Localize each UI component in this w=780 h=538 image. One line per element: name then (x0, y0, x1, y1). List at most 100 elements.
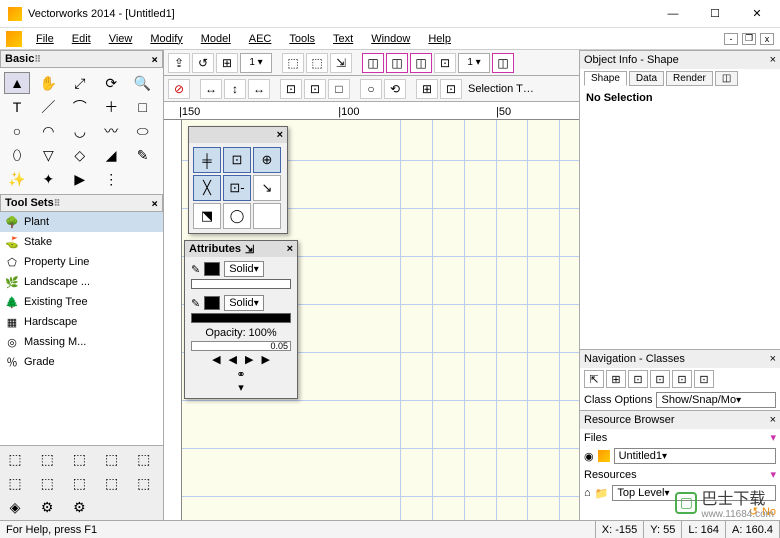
toolsets-close-icon[interactable]: × (151, 197, 158, 210)
polygon-tool[interactable]: ◇ (67, 144, 93, 166)
nav-btn-1[interactable]: ⇱ (584, 370, 604, 388)
fill-pen-icon[interactable]: ✎ (191, 263, 200, 276)
object-info-header[interactable]: Object Info - Shape × (580, 51, 780, 69)
text-tool[interactable]: T (4, 96, 30, 118)
mode-btn-3[interactable]: ↕ (224, 79, 246, 99)
view-btn-8[interactable]: ◫ (362, 53, 384, 73)
arc-tool[interactable]: ⌒ (67, 96, 93, 118)
tab-data[interactable]: Data (629, 71, 664, 86)
rectangle-tool[interactable]: □ (130, 96, 156, 118)
menu-aec[interactable]: AEC (241, 31, 280, 47)
mode-btn-10[interactable]: ⊞ (416, 79, 438, 99)
maximize-button[interactable]: ☐ (700, 4, 730, 24)
panel-grip-icon[interactable]: ⠿ (54, 198, 62, 209)
pencil-tool[interactable]: ✎ (130, 144, 156, 166)
snap-tangent-btn[interactable]: ◯ (223, 203, 251, 229)
ts-btn-8[interactable]: ⬚ (66, 472, 92, 494)
view-btn-6[interactable]: ⬚ (306, 53, 328, 73)
menu-modify[interactable]: Modify (142, 31, 190, 47)
rotate-view-tool[interactable]: ⟳ (98, 72, 124, 94)
scale-dropdown[interactable]: 1 ▾ (240, 53, 272, 73)
file-dropdown[interactable]: Untitled1▾ (614, 448, 776, 464)
basic-panel-header[interactable]: Basic ⠿ × (0, 50, 163, 68)
nav-btn-5[interactable]: ⊡ (672, 370, 692, 388)
line-pen-icon[interactable]: ✎ (191, 297, 200, 310)
view-btn-5[interactable]: ⬚ (282, 53, 304, 73)
ts-btn-9[interactable]: ⬚ (99, 472, 125, 494)
zoom-dropdown[interactable]: 1 ▾ (458, 53, 490, 73)
toolset-hardscape[interactable]: ▦Hardscape (0, 312, 163, 332)
ts-btn-13[interactable]: ⚙ (66, 496, 92, 518)
toolset-massing[interactable]: ◎Massing M... (0, 332, 163, 352)
triangle-tool[interactable]: ▽ (35, 144, 61, 166)
view-btn-1[interactable]: ⇪ (168, 53, 190, 73)
resource-browser-header[interactable]: Resource Browser × (580, 411, 780, 429)
menu-edit[interactable]: Edit (64, 31, 99, 47)
attr-first-icon[interactable]: ◀ (212, 353, 220, 366)
mode-btn-5[interactable]: ⊡ (280, 79, 302, 99)
fill-color-swatch[interactable] (204, 262, 220, 276)
toolset-existing-tree[interactable]: 🌲Existing Tree (0, 292, 163, 312)
snap-smart-btn[interactable]: ⊡- (223, 175, 251, 201)
menu-view[interactable]: View (101, 31, 141, 47)
mode-btn-11[interactable]: ⊡ (440, 79, 462, 99)
line-tool[interactable]: ／ (35, 96, 61, 118)
line-weight-slider[interactable]: 0.05 (191, 341, 291, 351)
line-type-dropdown[interactable]: Solid ▾ (224, 295, 264, 311)
mdi-minimize[interactable]: - (724, 33, 738, 45)
pan-tool[interactable]: ✋ (35, 72, 61, 94)
flyover-tool[interactable]: ⤢ (67, 72, 93, 94)
ts-btn-12[interactable]: ⚙ (34, 496, 60, 518)
attr-prev-icon[interactable]: ◀ (229, 353, 237, 366)
view-btn-2[interactable]: ↺ (192, 53, 214, 73)
tab-render[interactable]: Render (666, 71, 713, 86)
mode-btn-9[interactable]: ⟲ (384, 79, 406, 99)
menu-help[interactable]: Help (420, 31, 459, 47)
ts-btn-1[interactable]: ⬚ (2, 448, 28, 470)
ellipse-tool[interactable]: ⬭ (130, 120, 156, 142)
menu-model[interactable]: Model (193, 31, 239, 47)
nav-btn-4[interactable]: ⊡ (650, 370, 670, 388)
wedge-tool[interactable]: ◢ (98, 144, 124, 166)
line-preview[interactable] (191, 313, 291, 323)
attr-last-icon[interactable]: ▶ (261, 353, 269, 366)
nav-btn-6[interactable]: ⊡ (694, 370, 714, 388)
drawing-canvas[interactable]: × ╪ ⊡ ⊕ ╳ ⊡- ↘ ⬔ ◯ (182, 120, 579, 520)
attr-menu-icon[interactable]: ▾ (238, 381, 244, 394)
magic-wand-tool[interactable]: ✨ (4, 168, 30, 190)
nav-btn-3[interactable]: ⊡ (628, 370, 648, 388)
resources-dropdown-icon[interactable]: ▾ (770, 468, 776, 481)
toolset-stake[interactable]: ⛳Stake (0, 232, 163, 252)
view-btn-9[interactable]: ◫ (386, 53, 408, 73)
ts-btn-11[interactable]: ◈ (2, 496, 28, 518)
object-info-close-icon[interactable]: × (770, 54, 776, 66)
polyline-tool[interactable]: 〰 (98, 120, 124, 142)
mdi-close[interactable]: x (760, 33, 774, 45)
snap-palette-header[interactable]: × (189, 127, 287, 143)
snap-intersect-btn[interactable]: ╳ (193, 175, 221, 201)
mdi-restore[interactable]: ❐ (742, 33, 756, 45)
tab-shape[interactable]: Shape (584, 71, 627, 86)
view-btn-7[interactable]: ⇲ (330, 53, 352, 73)
toolset-landscape[interactable]: 🌿Landscape ... (0, 272, 163, 292)
snap-palette[interactable]: × ╪ ⊡ ⊕ ╳ ⊡- ↘ ⬔ ◯ (188, 126, 288, 234)
ts-btn-6[interactable]: ⬚ (2, 472, 28, 494)
mode-btn-2[interactable]: ↔ (200, 79, 222, 99)
nav-btn-2[interactable]: ⊞ (606, 370, 626, 388)
mode-btn-7[interactable]: □ (328, 79, 350, 99)
star-tool[interactable]: ✦ (35, 168, 61, 190)
fill-type-dropdown[interactable]: Solid ▾ (224, 261, 264, 277)
menu-text[interactable]: Text (325, 31, 361, 47)
view-btn-11[interactable]: ⊡ (434, 53, 456, 73)
attributes-pin-icon[interactable]: ⇲ (245, 243, 254, 256)
mode-btn-6[interactable]: ⊡ (304, 79, 326, 99)
ts-btn-3[interactable]: ⬚ (66, 448, 92, 470)
ts-btn-7[interactable]: ⬚ (34, 472, 60, 494)
ts-btn-4[interactable]: ⬚ (99, 448, 125, 470)
menu-file[interactable]: File (28, 31, 62, 47)
fill-preview[interactable] (191, 279, 291, 289)
minimize-button[interactable]: — (658, 4, 688, 24)
navigation-close-icon[interactable]: × (770, 353, 776, 365)
menu-tools[interactable]: Tools (281, 31, 323, 47)
more-tool[interactable]: ⋮ (98, 168, 124, 190)
